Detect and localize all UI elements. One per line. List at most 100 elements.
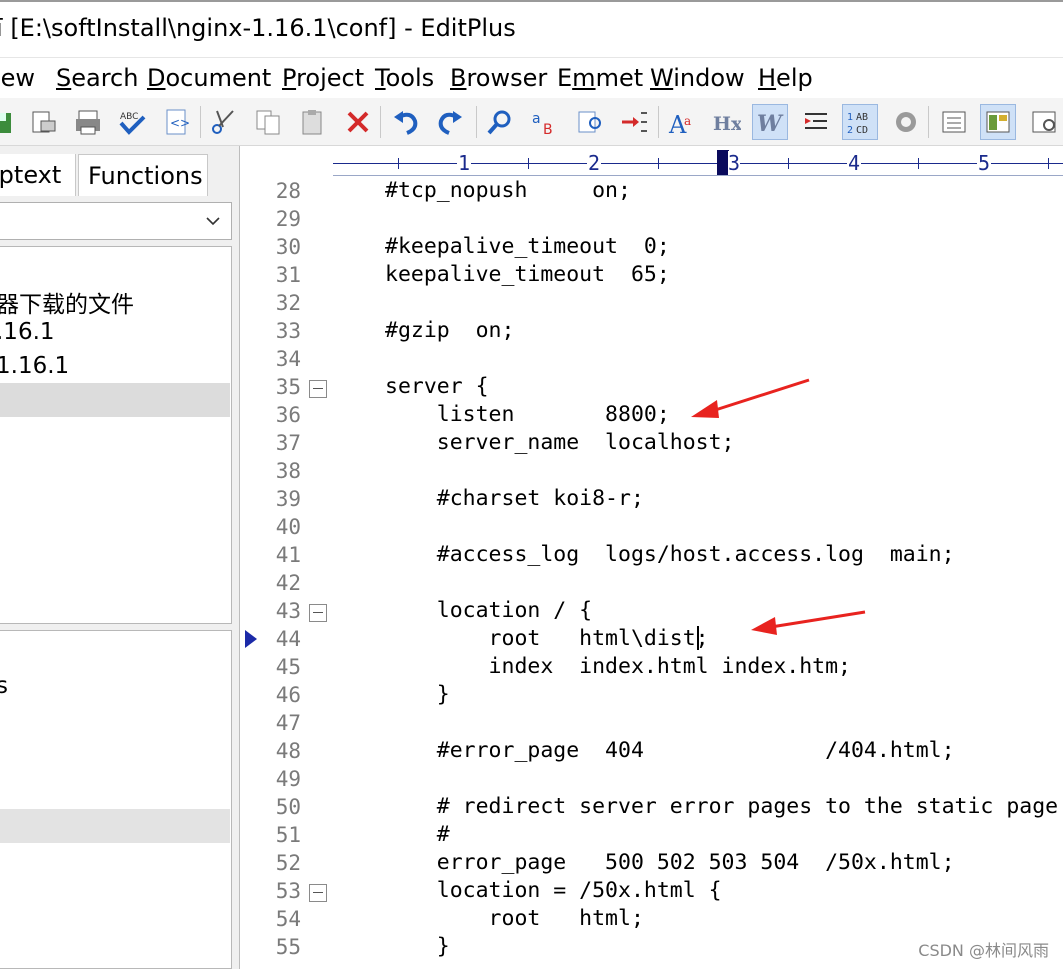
code-line[interactable]: 47 — [241, 710, 1063, 738]
code-line[interactable]: 50 # redirect server error pages to the … — [241, 794, 1063, 822]
code-line[interactable]: 53 location = /50x.html { — [241, 878, 1063, 906]
line-number: 41 — [275, 543, 301, 567]
toolbar-separator — [380, 106, 381, 138]
code-line[interactable]: 33 #gzip on; — [241, 318, 1063, 346]
tab-cliptext[interactable]: iptext — [0, 154, 76, 196]
code-line[interactable]: 46 } — [241, 682, 1063, 710]
spell-check-button[interactable]: ABC — [114, 104, 150, 140]
menu-item[interactable]: Window — [650, 64, 745, 92]
code-line[interactable]: 49 — [241, 766, 1063, 794]
ruler-tick — [658, 158, 659, 169]
text-caret — [696, 626, 699, 650]
code-text: } — [385, 934, 450, 959]
word-wrap-button[interactable]: W — [752, 104, 788, 140]
output-window-button[interactable] — [936, 104, 972, 140]
file-list-item[interactable]: s — [0, 673, 8, 699]
indent-button[interactable] — [798, 104, 834, 140]
code-text: #charset koi8-r; — [385, 486, 644, 511]
ruler-number: 1 — [457, 151, 472, 175]
line-number: 31 — [275, 263, 301, 287]
save-button[interactable] — [0, 104, 18, 140]
menu-item[interactable]: Project — [282, 64, 364, 92]
code-line[interactable]: 28 #tcp_nopush on; — [241, 178, 1063, 206]
code-text: location = /50x.html { — [385, 878, 722, 903]
tab-functions[interactable]: Functions — [78, 154, 208, 196]
print-button[interactable] — [70, 104, 106, 140]
code-line[interactable]: 38 — [241, 458, 1063, 486]
code-line[interactable]: 34 — [241, 346, 1063, 374]
directory-tree[interactable]: 器下载的文件 .16.1 1.16.1 — [0, 246, 232, 624]
code-line[interactable]: 43 location / { — [241, 598, 1063, 626]
goto-button[interactable] — [616, 104, 652, 140]
code-line[interactable]: 37 server_name localhost; — [241, 430, 1063, 458]
copy-button[interactable] — [250, 104, 286, 140]
cut-button[interactable] — [206, 104, 242, 140]
code-line[interactable]: 31 keepalive_timeout 65; — [241, 262, 1063, 290]
code-line[interactable]: 48 #error_page 404 /404.html; — [241, 738, 1063, 766]
line-number: 40 — [275, 515, 301, 539]
fold-toggle-icon[interactable] — [309, 604, 327, 622]
code-line[interactable]: 40 — [241, 514, 1063, 542]
menu-item[interactable]: Emmet — [557, 64, 643, 92]
code-text: server_name localhost; — [385, 430, 735, 455]
menu-item[interactable]: Tools — [375, 64, 434, 92]
find-button[interactable] — [482, 104, 518, 140]
directory-dropdown[interactable] — [0, 202, 232, 240]
line-number: 54 — [275, 907, 301, 931]
code-line[interactable]: 44 root html\dist; — [241, 626, 1063, 654]
code-line[interactable]: 29 — [241, 206, 1063, 234]
line-numbers-button[interactable]: 1 AB 2 CD — [842, 104, 878, 140]
code-area[interactable]: 28 #tcp_nopush on; 29 30 #keepalive_timeout … — [241, 178, 1063, 969]
settings-button[interactable] — [888, 104, 924, 140]
code-line[interactable]: 36 listen 8800; — [241, 402, 1063, 430]
paste-button[interactable] — [294, 104, 330, 140]
svg-text:AB: AB — [856, 112, 868, 123]
delete-button[interactable] — [340, 104, 376, 140]
code-text: index index.html index.htm; — [385, 654, 851, 679]
print-preview-button[interactable] — [26, 104, 62, 140]
code-line[interactable]: 35 server { — [241, 374, 1063, 402]
code-text: # — [385, 822, 450, 847]
title-prefix-glyph: ī — [0, 14, 3, 42]
code-line[interactable]: 42 — [241, 570, 1063, 598]
toolbar-separator — [476, 106, 477, 138]
code-text: # redirect server error pages to the sta… — [385, 794, 1059, 819]
menu-item[interactable]: Help — [758, 64, 813, 92]
code-line[interactable]: 39 #charset koi8-r; — [241, 486, 1063, 514]
menu-item[interactable]: Search — [56, 64, 138, 92]
html-tag-button[interactable]: Hx — [708, 104, 744, 140]
selected-tree-row[interactable] — [0, 383, 230, 417]
redo-button[interactable] — [432, 104, 468, 140]
menu-item[interactable]: iew — [0, 64, 35, 92]
cliptext-window-button[interactable] — [1026, 104, 1062, 140]
tree-node-nginx-2[interactable]: 1.16.1 — [0, 353, 69, 379]
file-list[interactable]: s — [0, 630, 232, 969]
code-line[interactable]: 45 index index.html index.htm; — [241, 654, 1063, 682]
fold-toggle-icon[interactable] — [309, 380, 327, 398]
tree-node-nginx-1[interactable]: .16.1 — [0, 319, 55, 345]
ruler-number: 5 — [977, 151, 992, 175]
code-line[interactable]: 54 root html; — [241, 906, 1063, 934]
menu-item[interactable]: Browser — [450, 64, 547, 92]
line-number: 28 — [275, 179, 301, 203]
editor-pane[interactable]: 12345 28 #tcp_nopush on; 29 30 #keepalive_ti… — [241, 146, 1063, 969]
code-line[interactable]: 52 error_page 500 502 503 504 /50x.html; — [241, 850, 1063, 878]
code-line[interactable]: 41 #access_log logs/host.access.log main… — [241, 542, 1063, 570]
indent-icon — [805, 113, 827, 129]
annotation-arrow-root — [751, 610, 866, 635]
code-line[interactable]: 30 #keepalive_timeout 0; — [241, 234, 1063, 262]
replace-button[interactable]: aB — [526, 104, 562, 140]
code-line[interactable]: 51 # — [241, 822, 1063, 850]
undo-button[interactable] — [388, 104, 424, 140]
find-in-files-button[interactable] — [572, 104, 608, 140]
menu-item[interactable]: Document — [147, 64, 271, 92]
tree-node-downloads[interactable]: 器下载的文件 — [0, 285, 134, 319]
directory-window-button[interactable] — [980, 104, 1016, 140]
code-text: keepalive_timeout 65; — [385, 262, 670, 287]
code-line[interactable]: 32 — [241, 290, 1063, 318]
line-number: 33 — [275, 319, 301, 343]
fold-toggle-icon[interactable] — [309, 884, 327, 902]
selected-file-row[interactable] — [0, 809, 230, 843]
font-button[interactable]: Aa — [664, 104, 700, 140]
browser-preview-button[interactable]: <> — [158, 104, 194, 140]
